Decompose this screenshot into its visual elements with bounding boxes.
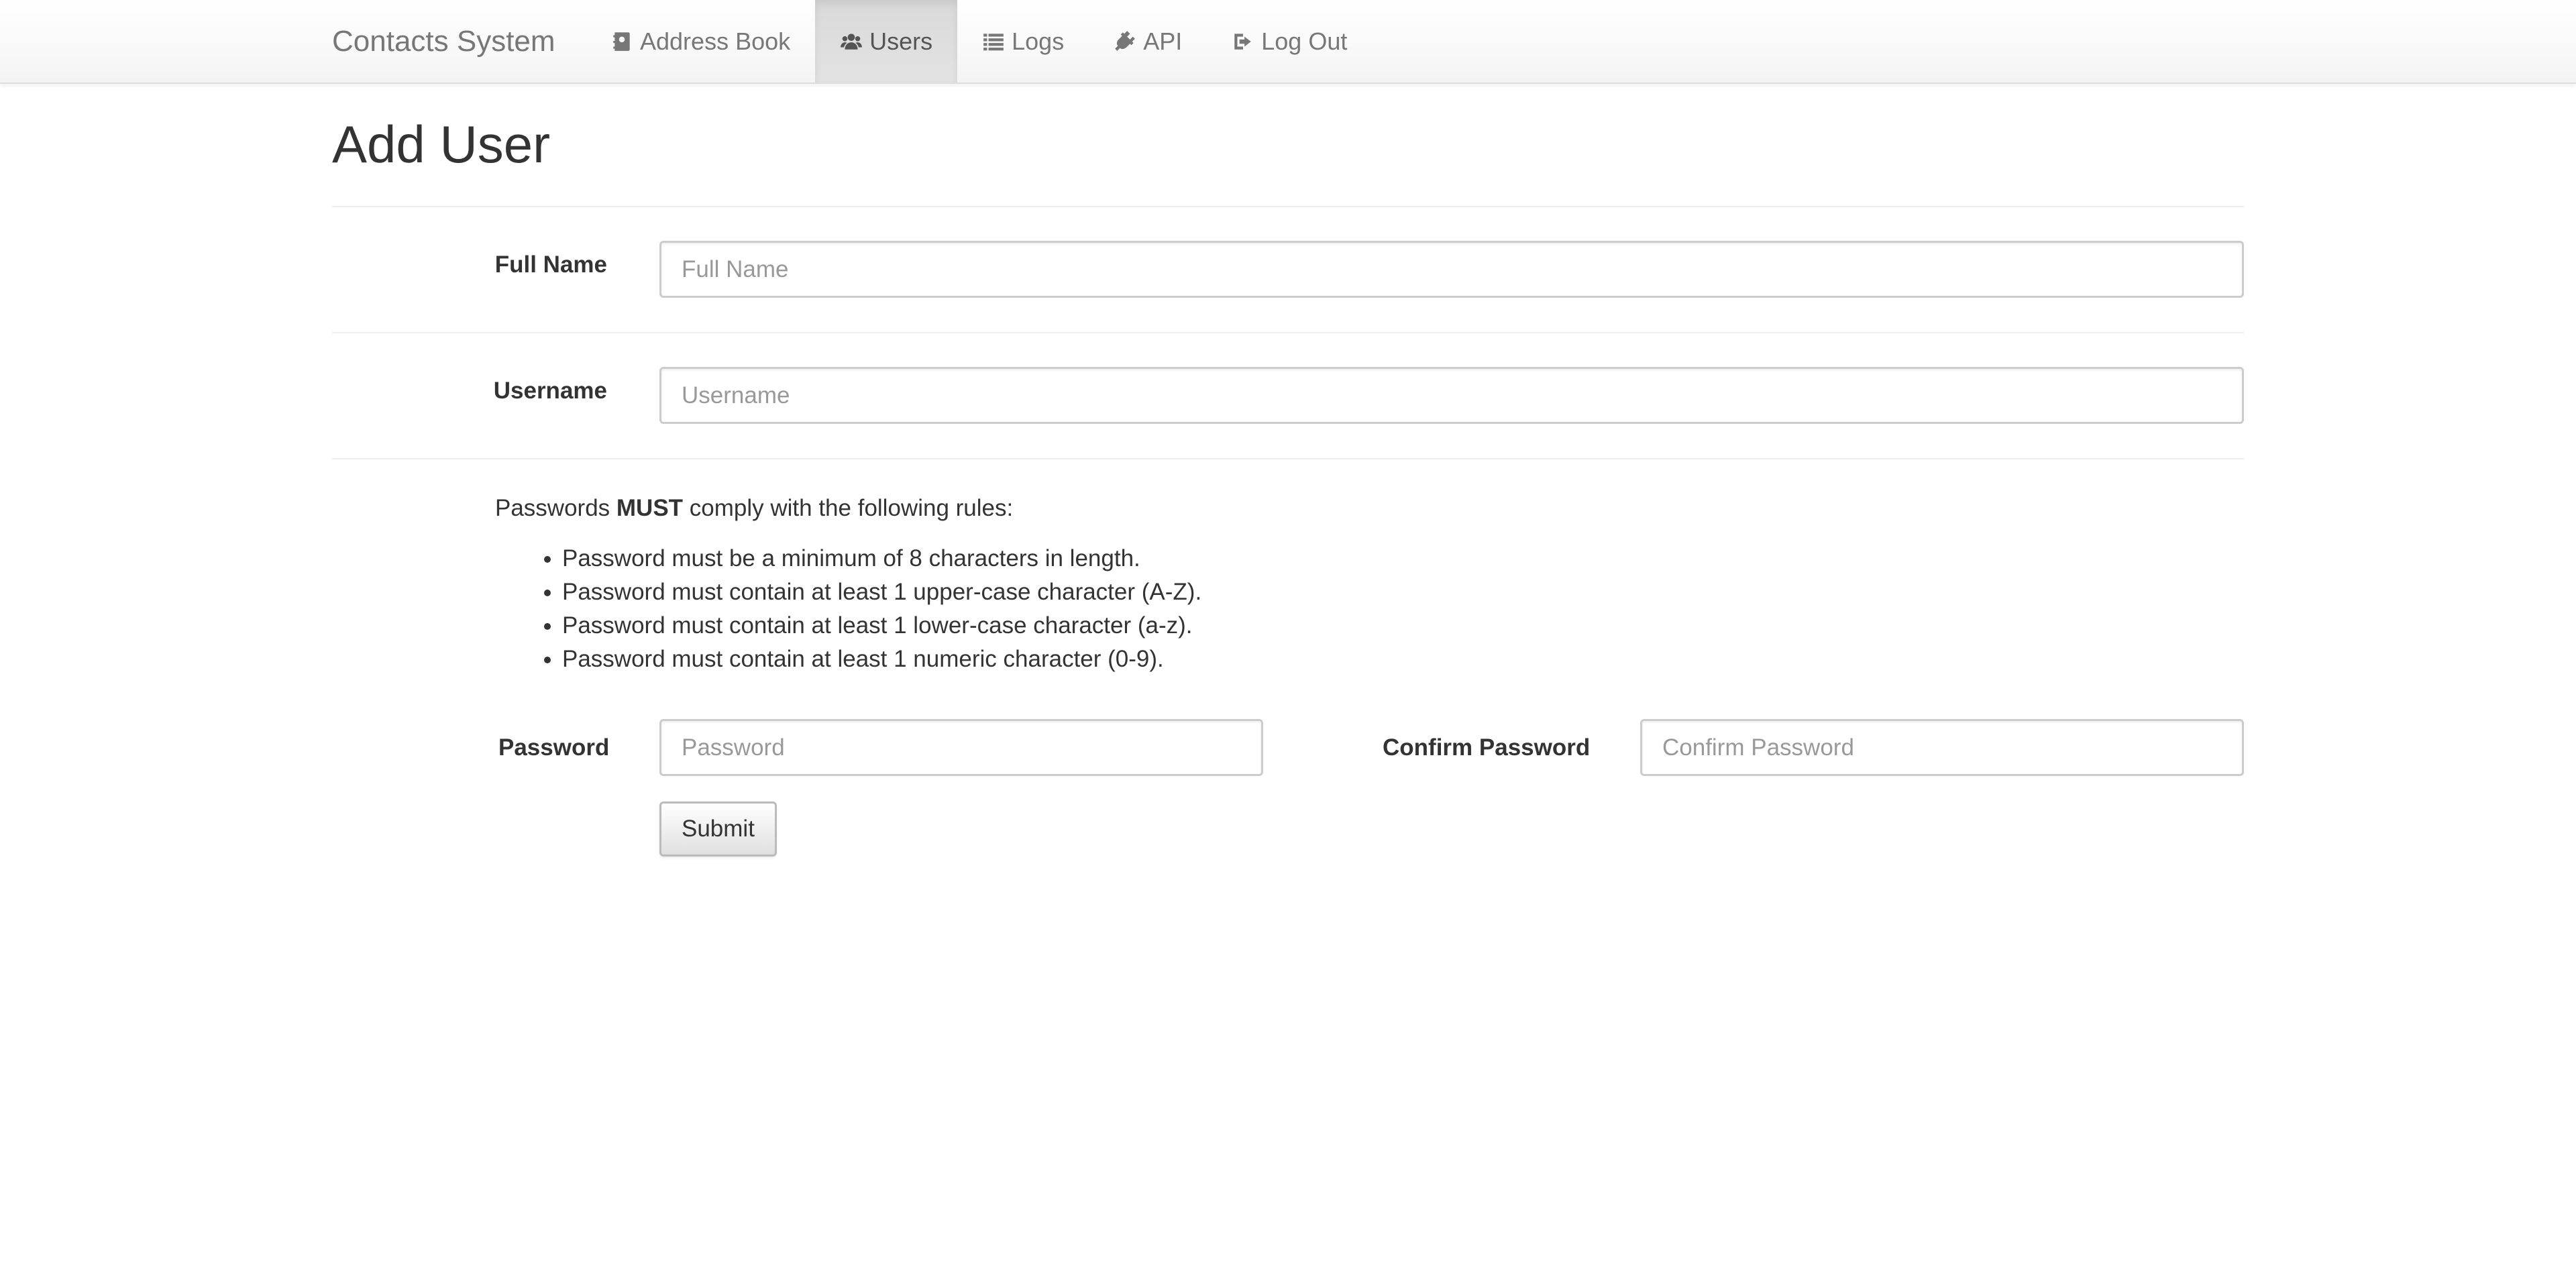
confirm-password-label: Confirm Password <box>1383 734 1591 761</box>
nav-item-label: Log Out <box>1261 27 1348 55</box>
nav-item-label: Address Book <box>640 27 791 55</box>
username-input[interactable] <box>659 367 2244 424</box>
username-row: Username <box>332 333 2244 458</box>
submit-button[interactable]: Submit <box>659 802 777 856</box>
list-item: Password must contain at least 1 lower-c… <box>562 609 2105 643</box>
password-rules: Passwords MUST comply with the following… <box>495 495 2105 676</box>
list-item: Password must contain at least 1 upper-c… <box>562 575 2105 609</box>
nav-item-users[interactable]: Users <box>815 0 958 82</box>
confirm-password-input[interactable] <box>1640 719 2244 776</box>
page-container: Add User Full Name Username <box>332 84 2244 459</box>
password-rules-intro: Passwords MUST comply with the following… <box>495 495 1014 521</box>
full-name-row: Full Name <box>332 207 2244 332</box>
main-nav: Address Book Users Logs API Log Out <box>586 0 1372 82</box>
top-navbar: Contacts System Address Book Users Logs … <box>0 0 2576 84</box>
list-item: Password must be a minimum of 8 characte… <box>562 542 2105 575</box>
nav-item-label: Users <box>869 27 933 55</box>
plug-icon <box>1114 30 1136 53</box>
username-label: Username <box>493 378 607 404</box>
brand-link[interactable]: Contacts System <box>332 0 555 82</box>
password-input[interactable] <box>659 719 1263 776</box>
nav-item-log-out[interactable]: Log Out <box>1207 0 1372 82</box>
users-icon <box>840 30 863 53</box>
nav-item-api[interactable]: API <box>1089 0 1207 82</box>
nav-item-label: API <box>1143 27 1183 55</box>
divider <box>332 458 2244 459</box>
password-label: Password <box>498 734 610 761</box>
list-item: Password must contain at least 1 numeric… <box>562 643 2105 676</box>
password-rules-list: Password must be a minimum of 8 characte… <box>495 542 2105 676</box>
full-name-input[interactable] <box>659 241 2244 298</box>
full-name-label: Full Name <box>494 252 607 278</box>
sign-out-icon <box>1232 30 1254 53</box>
must-emphasis: MUST <box>616 495 684 521</box>
address-book-icon <box>610 30 633 53</box>
list-icon <box>982 30 1005 53</box>
nav-item-logs[interactable]: Logs <box>957 0 1089 82</box>
nav-item-address-book[interactable]: Address Book <box>586 0 815 82</box>
nav-item-label: Logs <box>1012 27 1065 55</box>
page-title: Add User <box>332 115 551 174</box>
